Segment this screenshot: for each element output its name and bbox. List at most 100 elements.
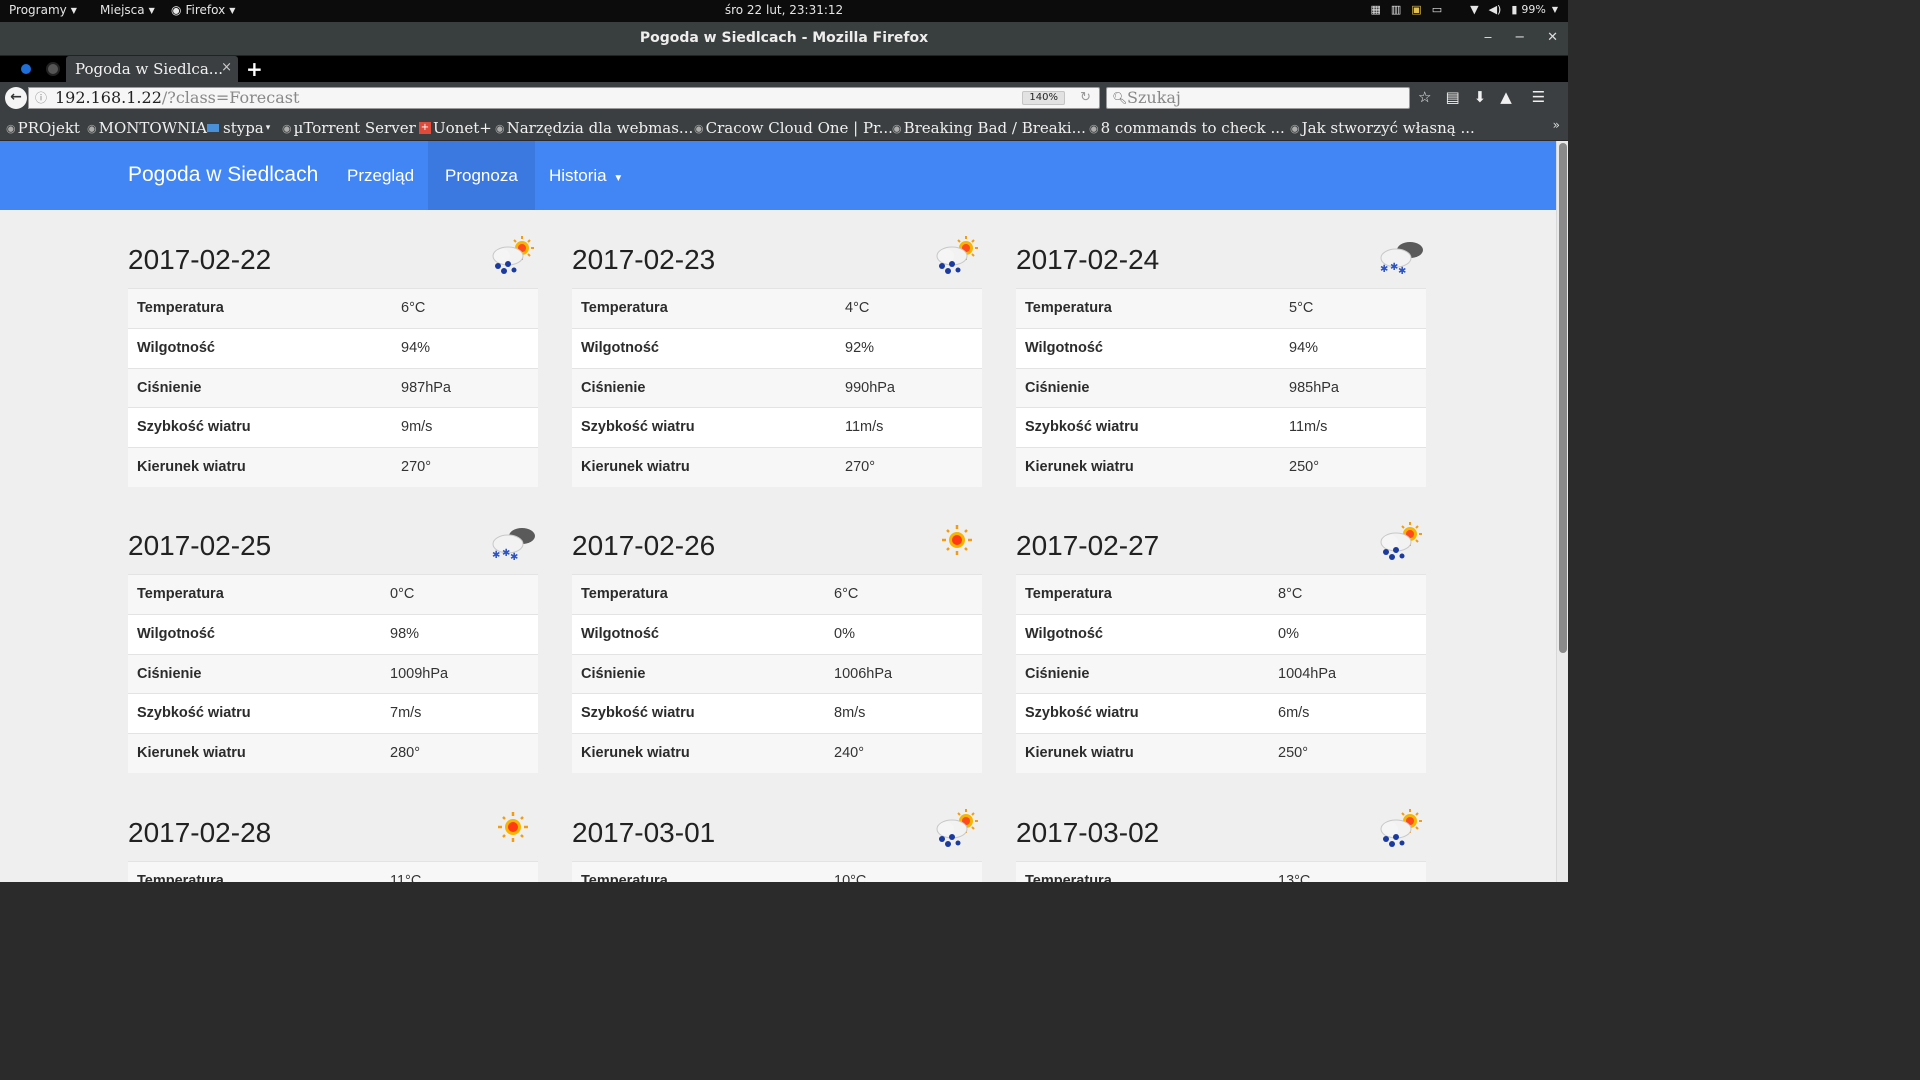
bookmark-item[interactable]: + Uonet+	[419, 119, 492, 137]
url-path: /?class=Forecast	[161, 88, 300, 107]
maximize-icon[interactable]: −	[1514, 30, 1525, 45]
temperature-label: Temperatura	[137, 873, 224, 882]
sleet-sun-icon	[1376, 807, 1426, 849]
nav-prognoza[interactable]: Prognoza	[428, 141, 535, 210]
humidity-label: Wilgotność	[137, 339, 216, 356]
pressure-value: 1004hPa	[1278, 665, 1337, 682]
table-row: Wilgotność 0%	[1016, 613, 1426, 654]
new-tab-button[interactable]: +	[246, 57, 263, 81]
tab-active[interactable]: Pogoda w Siedlca... ×	[66, 56, 238, 82]
disk-icon: ▣	[1411, 3, 1422, 16]
pressure-label: Ciśnienie	[137, 379, 202, 396]
search-input[interactable]: 🔍︎ Szukaj	[1106, 87, 1410, 109]
wind-direction-label: Kierunek wiatru	[581, 745, 690, 762]
sleet-sun-icon	[932, 807, 982, 849]
table-row: Temperatura 10°C	[572, 861, 982, 882]
globe-icon: ◉	[495, 121, 505, 135]
humidity-label: Wilgotność	[581, 339, 660, 356]
humidity-label: Wilgotność	[1025, 339, 1104, 356]
site-info-icon[interactable]: ⓘ	[35, 88, 47, 108]
bookmark-label: stypa	[223, 119, 264, 137]
svg-text:✱: ✱	[1380, 264, 1388, 275]
wind-direction-label: Kierunek wiatru	[581, 459, 690, 476]
bookmark-item[interactable]: ◉ Breaking Bad / Breaki...	[892, 119, 1086, 137]
snow-cloud-icon: ✱ ✱ ✱	[1376, 234, 1426, 277]
zoom-indicator[interactable]: 140%	[1022, 91, 1065, 105]
bookmark-folder[interactable]: stypa ▾	[207, 119, 270, 137]
back-button[interactable]: ←	[5, 87, 27, 109]
scrollbar-thumb[interactable]	[1559, 143, 1567, 653]
bookmark-label: Breaking Bad / Breaki...	[903, 119, 1086, 137]
pinned-tab-icon[interactable]	[46, 62, 60, 76]
page-scrollbar[interactable]	[1556, 141, 1568, 882]
nav-przeglad[interactable]: Przegląd	[330, 141, 431, 210]
bookmark-item[interactable]: ◉ 8 commands to check ...	[1089, 119, 1285, 137]
close-tab-icon[interactable]: ×	[221, 60, 232, 75]
table-row: Temperatura 6°C	[128, 288, 538, 328]
table-row: Ciśnienie 987hPa	[128, 367, 538, 408]
search-placeholder: Szukaj	[1127, 88, 1181, 107]
pinned-tab-icon[interactable]	[19, 62, 33, 76]
table-row: Wilgotność 94%	[1016, 327, 1426, 368]
table-row: Szybkość wiatru 6m/s	[1016, 693, 1426, 734]
chevron-down-icon: ▼	[1551, 5, 1558, 14]
bookmark-item[interactable]: ◉ Cracow Cloud One | Pr...	[694, 119, 893, 137]
bookmark-item[interactable]: ◉ Narzędzia dla webmas...	[495, 119, 693, 137]
minimize-icon[interactable]: ‒	[1484, 30, 1492, 45]
globe-icon: ◉	[1290, 121, 1300, 135]
forecast-table: Temperatura 6°C Wilgotność 0% Ciśnienie 1006h…	[572, 574, 982, 773]
table-row: Temperatura 5°C	[1016, 288, 1426, 328]
temperature-label: Temperatura	[581, 586, 668, 602]
temperature-value: 6°C	[401, 300, 426, 316]
bookmark-item[interactable]: ◉ Jak stworzyć własną ...	[1290, 119, 1475, 137]
bookmarks-overflow-icon[interactable]: »	[1553, 118, 1560, 132]
wind-direction-value: 270°	[401, 459, 431, 476]
forecast-date: 2017-03-02	[1016, 817, 1160, 848]
temperature-label: Temperatura	[1025, 300, 1112, 316]
pressure-value: 1006hPa	[834, 665, 893, 682]
site-brand[interactable]: Pogoda w Siedlcach	[128, 163, 318, 187]
sun-icon	[932, 520, 982, 562]
window-title: Pogoda w Siedlcach - Mozilla Firefox	[639, 30, 929, 46]
wifi-icon: ▼	[1470, 3, 1479, 16]
tab-strip: Pogoda w Siedlca... × +	[0, 56, 1568, 82]
bookmark-item[interactable]: ◉ MONTOWNIA	[87, 119, 207, 137]
system-tray[interactable]: ▦ ▥ ▣ ▭ ▼ ◀) ▮ 99% ▼	[1370, 3, 1558, 16]
wind-direction-label: Kierunek wiatru	[137, 459, 246, 476]
bookmark-item[interactable]: ◉ PROjekt	[6, 119, 80, 137]
temperature-value: 4°C	[845, 300, 870, 316]
temperature-label: Temperatura	[137, 300, 224, 316]
window-titlebar[interactable]: Pogoda w Siedlcach - Mozilla Firefox ‒ −…	[0, 22, 1568, 56]
pressure-label: Ciśnienie	[137, 665, 202, 682]
wind-speed-label: Szybkość wiatru	[581, 419, 695, 436]
wind-direction-value: 250°	[1278, 745, 1308, 762]
nav-historia[interactable]: Historia ▼	[532, 141, 640, 210]
table-row: Temperatura 6°C	[572, 574, 982, 614]
clock[interactable]: śro 22 lut, 23:31:12	[0, 3, 1568, 17]
bookmarks-menu-icon[interactable]: ▤	[1445, 88, 1459, 106]
downloads-icon[interactable]: ⬇	[1474, 88, 1487, 106]
humidity-label: Wilgotność	[581, 625, 660, 642]
bookmark-star-icon[interactable]: ☆	[1418, 88, 1431, 106]
url-bar[interactable]: ⓘ 192.168.1.22/?class=Forecast 140% ↻	[28, 87, 1100, 109]
table-row: Temperatura 13°C	[1016, 861, 1426, 882]
volume-icon: ◀)	[1488, 3, 1502, 16]
close-icon[interactable]: ✕	[1547, 30, 1558, 45]
globe-icon: ◉	[1089, 121, 1099, 135]
url-text: 192.168.1.22/?class=Forecast	[55, 88, 299, 108]
temperature-value: 0°C	[390, 586, 415, 602]
hamburger-menu-icon[interactable]: ☰	[1532, 88, 1545, 106]
table-row: Temperatura 0°C	[128, 574, 538, 614]
wind-speed-value: 9m/s	[401, 419, 433, 436]
wind-speed-value: 7m/s	[390, 705, 422, 722]
notifications-icon[interactable]: ▲	[1500, 88, 1512, 106]
svg-text:✱: ✱	[1398, 266, 1406, 276]
forecast-table: Temperatura 8°C Wilgotność 0% Ciśnienie 1004h…	[1016, 574, 1426, 773]
table-row: Ciśnienie 1004hPa	[1016, 653, 1426, 694]
reload-icon[interactable]: ↻	[1080, 88, 1091, 108]
wind-speed-label: Szybkość wiatru	[581, 705, 695, 722]
temperature-value: 6°C	[834, 586, 859, 602]
forecast-date: 2017-02-25	[128, 530, 272, 561]
toolbar-icons: ☆ ▤ ⬇ ▲ ☰	[1418, 88, 1545, 106]
bookmark-item[interactable]: ◉ µTorrent Server	[282, 119, 416, 137]
